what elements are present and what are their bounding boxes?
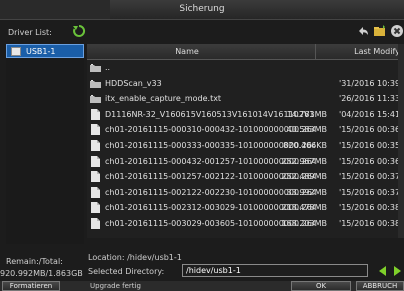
file-last-modify: '04/2016 15:41 [339, 109, 401, 119]
file-icon [91, 202, 100, 214]
scrollbar[interactable] [398, 44, 404, 238]
file-icon [91, 124, 100, 136]
usb-drive-icon [11, 47, 21, 56]
table-row[interactable]: D1116NR-32_V160615V160513V161014V161102V… [87, 107, 404, 122]
file-icon [91, 108, 100, 120]
driver-item-label: USB1-1 [26, 47, 56, 56]
new-folder-icon[interactable] [373, 24, 387, 38]
file-last-modify: '31/2016 10:39 [339, 78, 401, 88]
file-icon [91, 218, 100, 229]
location-text: Location: /hidev/usb1-1 [88, 253, 182, 262]
back-icon[interactable] [356, 24, 370, 38]
previous-arrow-icon[interactable] [379, 266, 386, 276]
file-last-modify: '15/2016 00:36 [339, 125, 401, 135]
driver-list-label: Driver List: [8, 28, 52, 37]
next-arrow-icon[interactable] [394, 266, 401, 276]
status-text: Upgrade fertig [90, 282, 141, 290]
table-row[interactable]: ch01-20161115-000310-000432-101000000000… [87, 122, 404, 137]
delete-icon[interactable] [390, 24, 404, 38]
file-size: 33.992MB [286, 187, 327, 197]
file-last-modify: '15/2016 00:37 [339, 172, 401, 182]
file-list: Name Last Modify .. HDDScan_v33 '31/2016 1… [87, 44, 404, 238]
file-last-modify: '15/2016 00:35 [339, 141, 401, 150]
folder-icon [90, 79, 101, 88]
file-last-modify: '15/2016 00:38 [339, 219, 401, 228]
ok-button[interactable]: OK [291, 281, 351, 291]
format-button[interactable]: Formatieren [2, 281, 60, 291]
file-size: 168.203MB [281, 219, 327, 228]
file-name: HDDScan_v33 [105, 78, 162, 88]
file-list-header: Name Last Modify [87, 44, 404, 60]
folder-icon [90, 95, 101, 104]
file-size: 40.583MB [286, 125, 327, 135]
file-name: .. [105, 63, 111, 72]
file-icon [91, 171, 100, 183]
file-last-modify: '15/2016 00:38 [339, 203, 401, 213]
file-size: 252.489MB [281, 172, 327, 182]
selected-directory-label: Selected Directory: [88, 267, 165, 276]
remain-total-value: 920.992MB/1.863GB [0, 269, 83, 278]
column-header-last-modify[interactable]: Last Modify [342, 47, 404, 56]
table-row[interactable]: ch01-20161115-002312-003029-101000000000… [87, 200, 404, 215]
table-row[interactable]: ch01-20161115-000432-001257-101000000000… [87, 154, 404, 169]
table-row[interactable]: ch01-20161115-000333-000335-101000000000… [87, 138, 404, 153]
file-name: itx_enable_capture_mode.txt [105, 94, 222, 104]
table-row[interactable]: HDDScan_v33 '31/2016 10:39 [87, 76, 404, 91]
file-last-modify: '15/2016 00:36 [339, 156, 401, 166]
refresh-icon[interactable] [72, 24, 86, 38]
remain-total-label: Remain:/Total: [6, 257, 63, 266]
column-header-name[interactable]: Name [87, 47, 287, 56]
file-icon [91, 186, 100, 198]
file-last-modify: '15/2016 00:37 [339, 187, 401, 197]
file-last-modify: '26/2016 11:33 [339, 94, 401, 104]
file-icon [91, 155, 100, 167]
file-size: 14.783MB [286, 109, 327, 119]
cancel-button[interactable]: ABBRUCH [356, 281, 404, 291]
driver-list: USB1-1 [6, 44, 84, 244]
backup-window: Sicherung Driver List: USB1-1 Name Last … [0, 0, 404, 291]
file-size: 820.406KB [283, 141, 327, 150]
title-bar: Sicherung [0, 0, 404, 20]
selected-directory-input[interactable] [182, 264, 368, 277]
table-row[interactable]: ch01-20161115-002122-002230-101000000000… [87, 185, 404, 200]
file-size: 218.478MB [281, 203, 327, 213]
table-row[interactable]: .. [87, 60, 404, 75]
table-row[interactable]: itx_enable_capture_mode.txt '26/2016 11:3… [87, 91, 404, 106]
file-size: 252.967MB [281, 156, 327, 166]
window-title: Sicherung [179, 4, 225, 14]
column-divider [315, 44, 316, 59]
title-bar-left [0, 0, 110, 19]
file-icon [91, 140, 100, 151]
driver-item-usb1-1[interactable]: USB1-1 [6, 44, 84, 58]
folder-icon [90, 64, 101, 72]
table-row[interactable]: ch01-20161115-001257-002122-101000000000… [87, 169, 404, 184]
table-row[interactable]: ch01-20161115-003029-003605-101000000000… [87, 216, 404, 231]
